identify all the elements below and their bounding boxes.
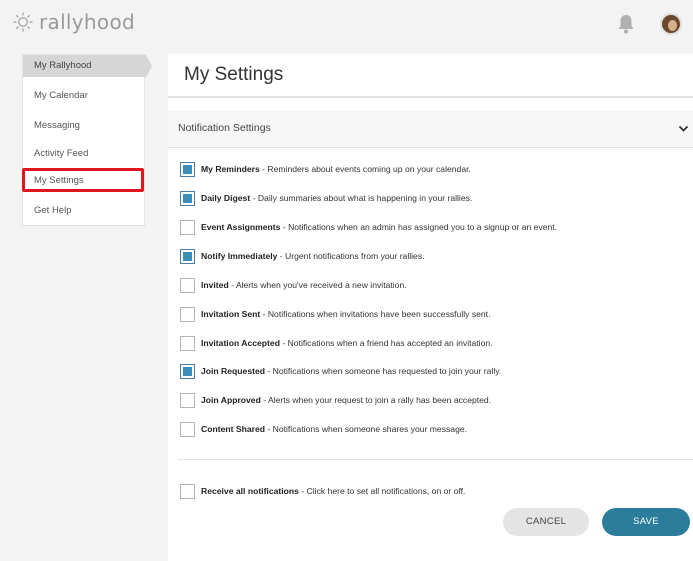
notification-row-content-shared: Content Shared - Notifications when some… bbox=[180, 420, 467, 438]
notification-text: Invitation Sent - Notifications when inv… bbox=[201, 309, 490, 319]
notification-text: Notify Immediately - Urgent notification… bbox=[201, 251, 425, 261]
notification-row-my-reminders: My Reminders - Reminders about events co… bbox=[180, 160, 471, 178]
notification-desc: - Notifications when someone shares your… bbox=[264, 424, 468, 434]
receive-all-desc: - Click here to set all notifications, o… bbox=[298, 486, 466, 496]
checkbox-my-reminders[interactable] bbox=[180, 161, 195, 177]
notification-text: Join Approved - Alerts when your request… bbox=[201, 395, 491, 405]
notification-row-daily-digest: Daily Digest - Daily summaries about wha… bbox=[180, 189, 472, 207]
brand-logo[interactable]: rallyhood bbox=[12, 10, 135, 34]
notification-desc: - Reminders about events coming up on yo… bbox=[259, 164, 471, 174]
notification-text: Invited - Alerts when you've received a … bbox=[201, 280, 407, 290]
notification-text: My Reminders - Reminders about events co… bbox=[201, 164, 471, 174]
receive-all-name: Receive all notifications bbox=[201, 486, 299, 496]
checkbox-join-approved[interactable] bbox=[180, 392, 195, 408]
title-bar: My Settings bbox=[168, 54, 693, 98]
bell-icon[interactable] bbox=[616, 13, 636, 35]
active-indicator-arrow bbox=[146, 55, 152, 77]
checkbox-content-shared[interactable] bbox=[180, 421, 195, 437]
top-bar: rallyhood bbox=[0, 0, 693, 46]
save-button[interactable]: SAVE bbox=[602, 508, 690, 536]
user-avatar[interactable] bbox=[660, 13, 682, 35]
checkbox-invitation-accepted[interactable] bbox=[180, 335, 195, 351]
notification-row-join-requested: Join Requested - Notifications when some… bbox=[180, 362, 501, 380]
notification-name: Event Assignments bbox=[201, 222, 281, 232]
sidebar-nav: My Rallyhood My Calendar Messaging Activ… bbox=[22, 54, 152, 226]
sidebar-item-my-calendar[interactable]: My Calendar bbox=[23, 85, 146, 107]
notification-row-invitation-sent: Invitation Sent - Notifications when inv… bbox=[180, 305, 490, 323]
notification-name: Invitation Sent bbox=[201, 309, 261, 319]
notification-desc: - Notifications when a friend has accept… bbox=[279, 338, 493, 348]
sidebar-item-my-settings[interactable]: My Settings bbox=[23, 170, 146, 192]
notification-desc: - Urgent notifications from your rallies… bbox=[277, 251, 425, 261]
checkbox-notify-immediately[interactable] bbox=[180, 248, 195, 264]
checkbox-invitation-sent[interactable] bbox=[180, 306, 195, 322]
notification-name: Join Approved bbox=[201, 395, 261, 405]
notification-desc: - Alerts when your request to join a ral… bbox=[260, 395, 492, 405]
notification-row-notify-immediately: Notify Immediately - Urgent notification… bbox=[180, 247, 425, 265]
brand-name: rallyhood bbox=[39, 10, 135, 34]
notification-text: Invitation Accepted - Notifications when… bbox=[201, 338, 493, 348]
sidebar-item-label: Messaging bbox=[34, 120, 80, 131]
sun-gear-logo-icon bbox=[13, 12, 33, 32]
receive-all-row: Receive all notifications - Click here t… bbox=[180, 482, 465, 500]
sidebar-item-label: Get Help bbox=[34, 205, 72, 216]
checkbox-receive-all[interactable] bbox=[180, 483, 195, 499]
notification-desc: - Notifications when someone has request… bbox=[265, 366, 502, 376]
settings-panel: My Settings Notification Settings My Rem… bbox=[168, 54, 693, 561]
notification-desc: - Alerts when you've received a new invi… bbox=[228, 280, 407, 290]
divider bbox=[178, 459, 693, 460]
notification-name: Invited bbox=[201, 280, 229, 290]
notification-name: Join Requested bbox=[201, 366, 265, 376]
sidebar-item-get-help[interactable]: Get Help bbox=[23, 200, 146, 222]
cancel-button[interactable]: CANCEL bbox=[503, 508, 589, 536]
notification-name: Daily Digest bbox=[201, 193, 251, 203]
sidebar-item-label: My Calendar bbox=[34, 90, 88, 101]
notification-text: Daily Digest - Daily summaries about wha… bbox=[201, 193, 472, 203]
sidebar-item-messaging[interactable]: Messaging bbox=[23, 115, 146, 137]
sidebar-item-label: My Rallyhood bbox=[34, 60, 92, 71]
chevron-down-icon[interactable] bbox=[678, 123, 689, 134]
page-title: My Settings bbox=[184, 64, 284, 85]
checkbox-join-requested[interactable] bbox=[180, 363, 195, 379]
notification-text: Join Requested - Notifications when some… bbox=[201, 366, 501, 376]
notification-desc: - Daily summaries about what is happenin… bbox=[250, 193, 473, 203]
sidebar-item-label: Activity Feed bbox=[34, 148, 89, 159]
sidebar-item-label: My Settings bbox=[34, 175, 84, 186]
checkbox-event-assignments[interactable] bbox=[180, 219, 195, 235]
notification-row-invited: Invited - Alerts when you've received a … bbox=[180, 276, 407, 294]
receive-all-text: Receive all notifications - Click here t… bbox=[201, 486, 465, 496]
avatar-face bbox=[668, 20, 677, 31]
notification-desc: - Notifications when an admin has assign… bbox=[280, 222, 558, 232]
notification-row-join-approved: Join Approved - Alerts when your request… bbox=[180, 391, 491, 409]
sidebar-item-my-rallyhood[interactable]: My Rallyhood bbox=[23, 55, 152, 77]
notification-name: Content Shared bbox=[201, 424, 265, 434]
notification-name: My Reminders bbox=[201, 164, 260, 174]
section-title: Notification Settings bbox=[178, 122, 271, 134]
sidebar-item-activity-feed[interactable]: Activity Feed bbox=[23, 143, 146, 165]
notification-settings-header[interactable]: Notification Settings bbox=[168, 110, 693, 148]
notification-name: Invitation Accepted bbox=[201, 338, 280, 348]
notification-row-invitation-accepted: Invitation Accepted - Notifications when… bbox=[180, 334, 493, 352]
notification-text: Event Assignments - Notifications when a… bbox=[201, 222, 557, 232]
notification-desc: - Notifications when invitations have be… bbox=[260, 309, 491, 319]
checkbox-daily-digest[interactable] bbox=[180, 190, 195, 206]
checkbox-invited[interactable] bbox=[180, 277, 195, 293]
notification-text: Content Shared - Notifications when some… bbox=[201, 424, 467, 434]
notification-row-event-assignments: Event Assignments - Notifications when a… bbox=[180, 218, 557, 236]
notification-name: Notify Immediately bbox=[201, 251, 278, 261]
